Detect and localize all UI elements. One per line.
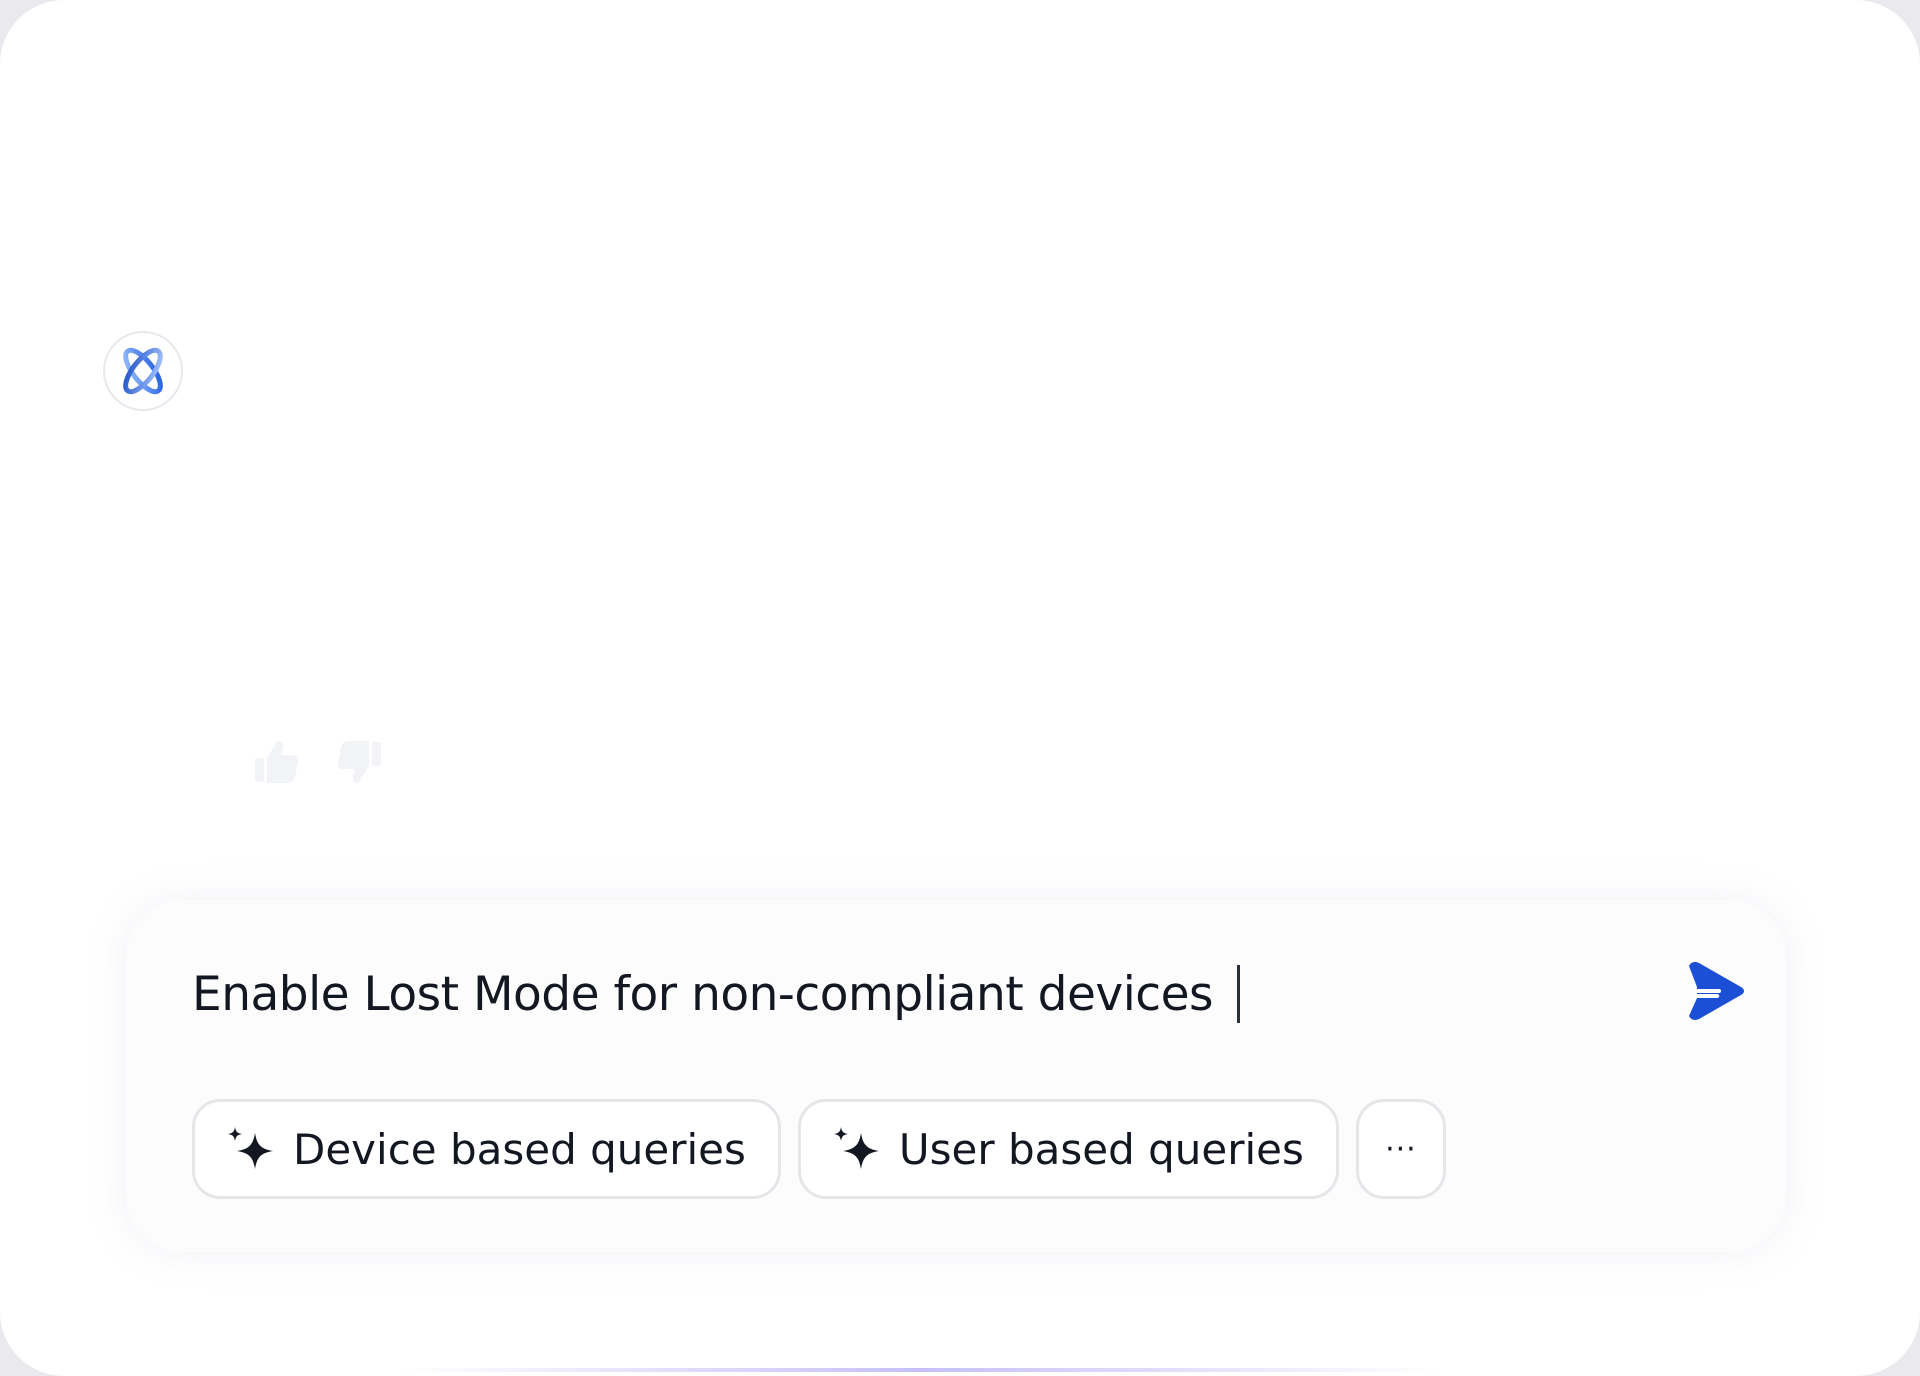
thumbs-up-icon: [255, 741, 299, 783]
send-arrow-icon: [1689, 962, 1744, 1020]
message-composer: Enable Lost Mode for non-compliant devic…: [126, 900, 1786, 1252]
chip-label: Device based queries: [293, 1124, 746, 1174]
suggestion-chips: Device based queries User based queries …: [192, 1099, 1446, 1199]
sparkle-icon: [225, 1125, 277, 1173]
bottom-accent-line: [400, 1368, 1440, 1372]
text-caret: [1237, 965, 1241, 1023]
feedback-buttons: [250, 736, 386, 788]
assistant-avatar: [103, 331, 183, 411]
dislike-button[interactable]: [334, 736, 386, 788]
more-options-button[interactable]: ···: [1355, 1099, 1446, 1199]
sparkle-icon: [831, 1125, 883, 1173]
message-input[interactable]: Enable Lost Mode for non-compliant devic…: [192, 962, 1726, 1026]
chip-device-based-queries[interactable]: Device based queries: [192, 1099, 781, 1199]
atom-logo-icon: [123, 347, 163, 395]
chat-window: Enable Lost Mode for non-compliant devic…: [0, 0, 1920, 1376]
like-button[interactable]: [250, 736, 302, 788]
send-button[interactable]: [1682, 958, 1748, 1024]
thumbs-down-icon: [337, 741, 381, 783]
chip-label: User based queries: [898, 1124, 1304, 1174]
chip-user-based-queries[interactable]: User based queries: [797, 1099, 1339, 1199]
message-input-text[interactable]: Enable Lost Mode for non-compliant devic…: [192, 967, 1214, 1022]
